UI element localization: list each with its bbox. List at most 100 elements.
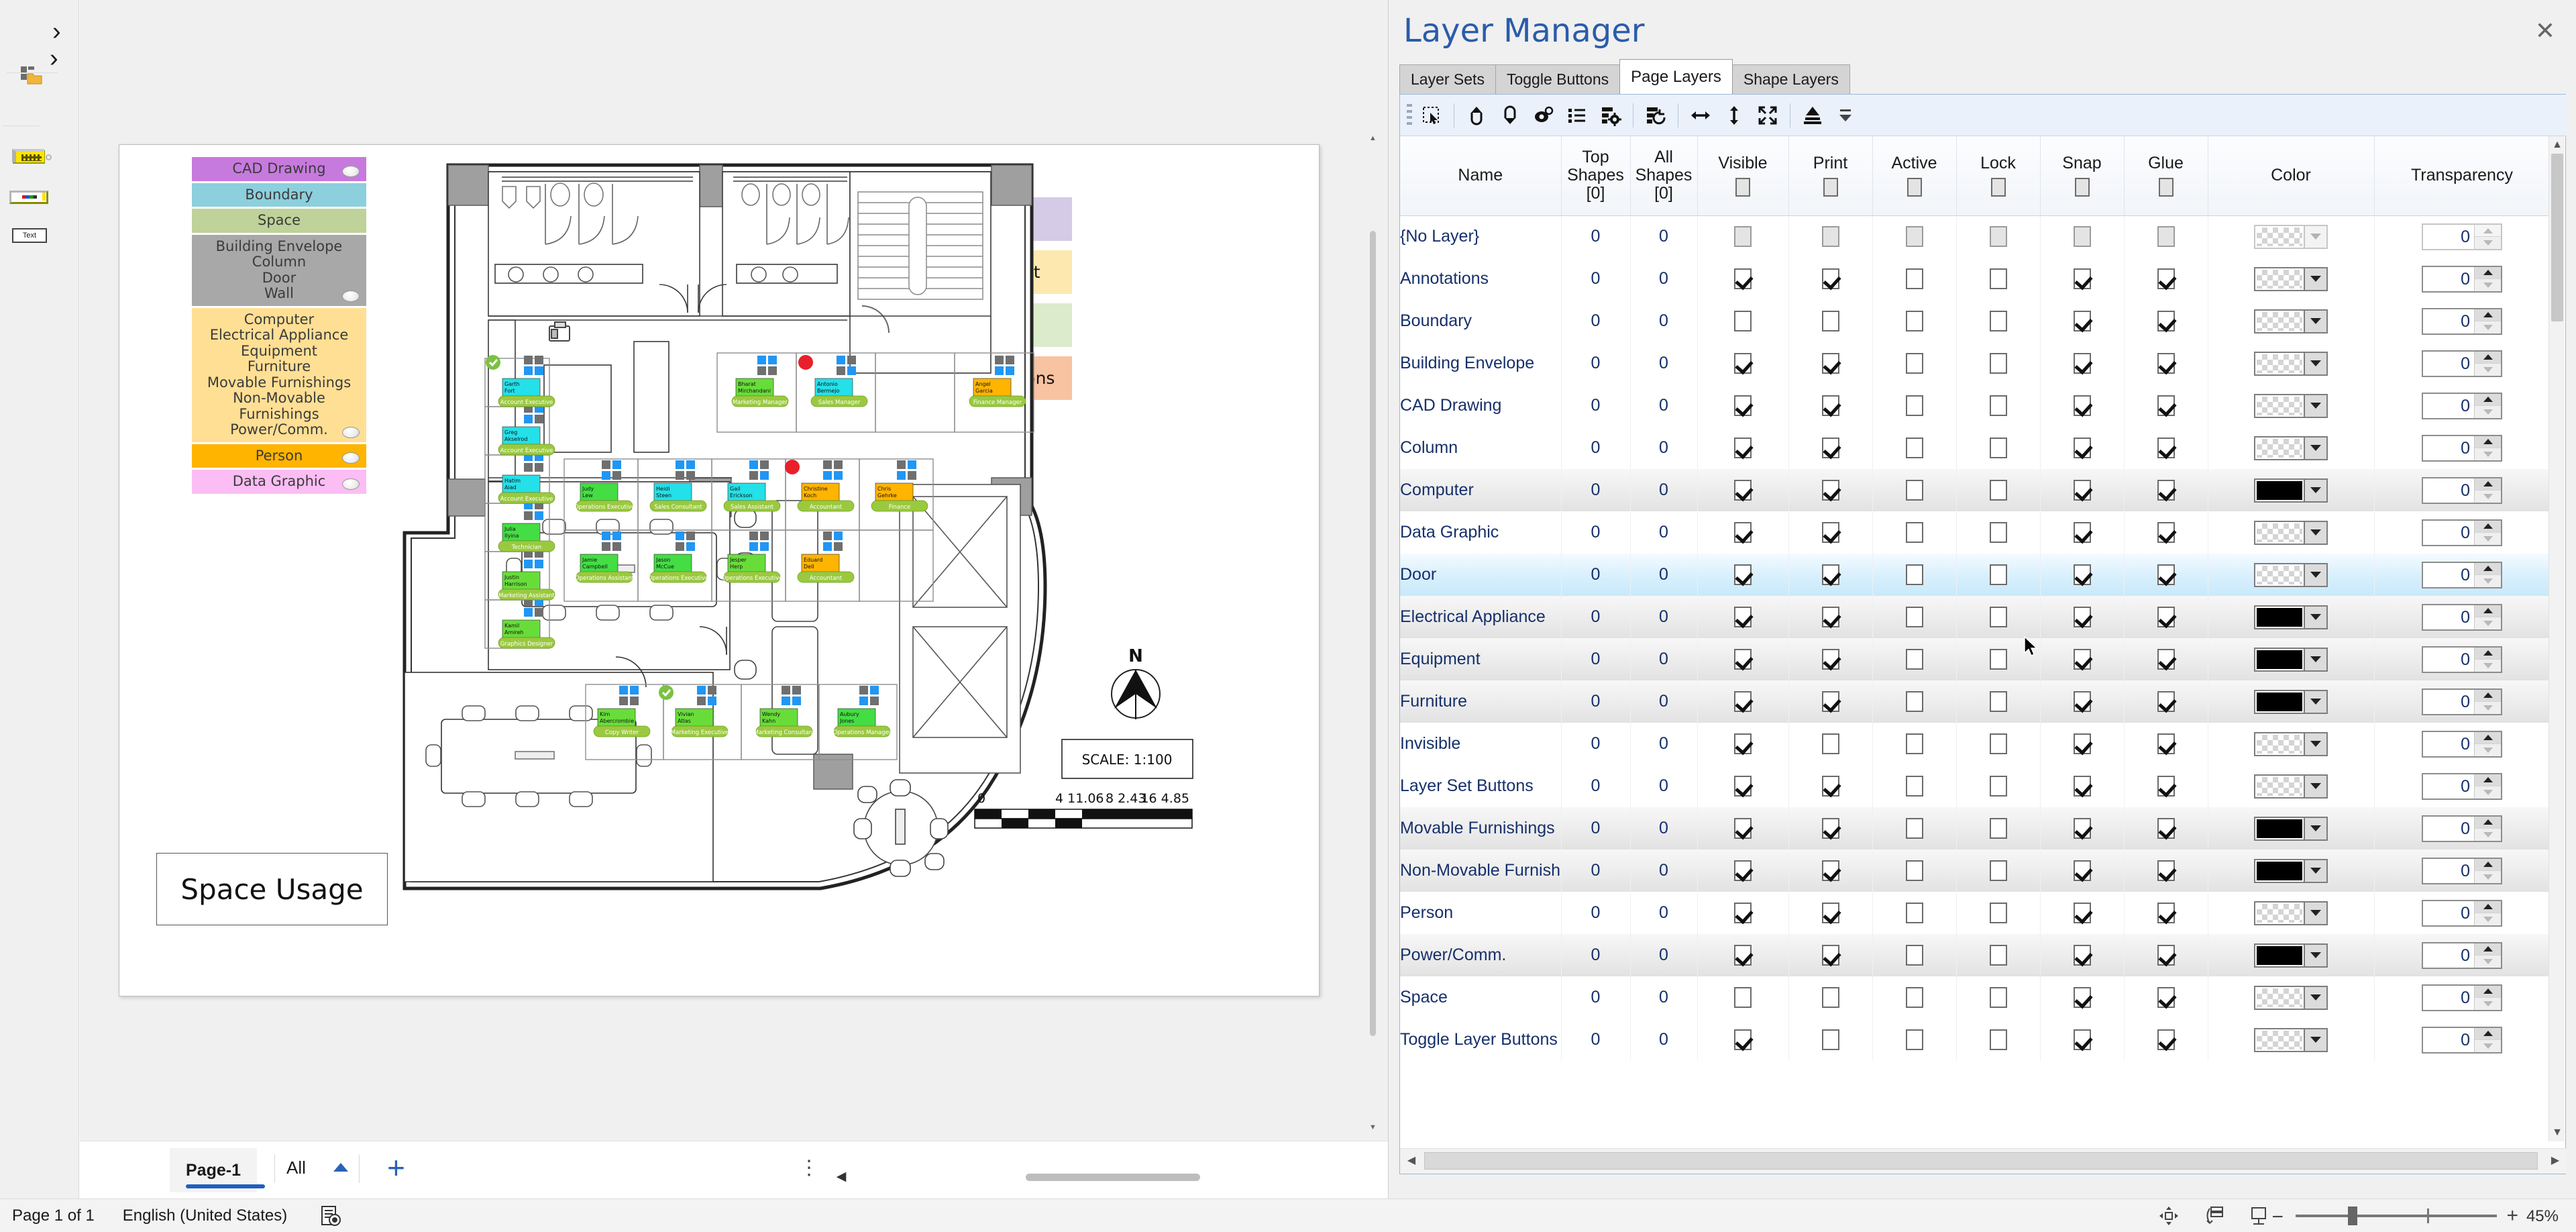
color-dropdown[interactable] bbox=[2254, 351, 2328, 376]
layer-row[interactable]: Annotations 0 0 0 bbox=[1400, 258, 2551, 300]
list-layers-icon[interactable] bbox=[1560, 99, 1594, 132]
chevron-down-icon[interactable] bbox=[2304, 268, 2326, 290]
layer-name-cell[interactable]: Space bbox=[1400, 976, 1562, 1019]
color-dropdown[interactable] bbox=[2254, 562, 2328, 587]
column-toggle-all-lock[interactable] bbox=[1990, 178, 2006, 197]
checkbox-lock[interactable] bbox=[1989, 649, 2007, 670]
layer-name-cell[interactable]: {No Layer} bbox=[1400, 215, 1562, 258]
color-dropdown[interactable] bbox=[2254, 478, 2328, 503]
column-header-active[interactable]: Active bbox=[1872, 136, 1957, 216]
accessibility-checker-icon[interactable] bbox=[319, 1204, 342, 1227]
checkbox-print[interactable] bbox=[1821, 691, 1839, 712]
stepper-up-icon[interactable] bbox=[2475, 520, 2501, 533]
stepper-up-icon[interactable] bbox=[2475, 858, 2501, 871]
transparency-stepper[interactable]: 0 bbox=[2422, 1026, 2502, 1054]
fit-height-icon[interactable] bbox=[1717, 99, 1751, 132]
zoom-slider-thumb[interactable] bbox=[2348, 1207, 2357, 1225]
stepper-down-icon[interactable] bbox=[2475, 660, 2501, 672]
column-header-name[interactable]: Name bbox=[1400, 136, 1562, 216]
transparency-stepper[interactable]: 0 bbox=[2422, 899, 2502, 927]
checkbox-glue[interactable] bbox=[2157, 311, 2175, 331]
hscroll-left-icon[interactable]: ◀ bbox=[1402, 1151, 1421, 1170]
hscroll-thumb[interactable] bbox=[1424, 1152, 2538, 1170]
layer-row[interactable]: Electrical Appliance 0 0 0 bbox=[1400, 596, 2551, 638]
chevron-down-icon[interactable] bbox=[2304, 521, 2326, 544]
toggle-led-indicator[interactable] bbox=[342, 290, 360, 302]
column-header-glue[interactable]: Glue bbox=[2124, 136, 2208, 216]
stepper-up-icon[interactable] bbox=[2475, 689, 2501, 702]
stepper-up-icon[interactable] bbox=[2475, 985, 2501, 998]
stepper-down-icon[interactable] bbox=[2475, 998, 2501, 1010]
color-dropdown[interactable] bbox=[2254, 901, 2328, 925]
layer-name-cell[interactable]: Movable Furnishings bbox=[1400, 807, 1562, 850]
canvas-scroll-down-icon[interactable]: ▼ bbox=[1368, 1122, 1377, 1133]
stepper-up-icon[interactable] bbox=[2475, 224, 2501, 238]
checkbox-active[interactable] bbox=[1905, 776, 1923, 797]
color-dropdown[interactable] bbox=[2254, 985, 2328, 1010]
checkbox-lock[interactable] bbox=[1989, 818, 2007, 839]
stepper-down-icon[interactable] bbox=[2475, 406, 2501, 418]
caret-up-icon[interactable] bbox=[333, 1163, 348, 1172]
layer-name-cell[interactable]: Person bbox=[1400, 892, 1562, 934]
chevron-down-icon[interactable] bbox=[2304, 352, 2326, 374]
layer-row[interactable]: Layer Set Buttons 0 0 0 bbox=[1400, 765, 2551, 807]
color-dropdown[interactable] bbox=[2254, 266, 2328, 291]
layer-table-vertical-scrollbar[interactable]: ▲ ▼ bbox=[2548, 136, 2565, 1141]
stencil-thumb-2[interactable]: Text bbox=[12, 228, 47, 243]
floor-plan-drawing[interactable]: Garth FortAccount ExecutiveGreg AkselrodAc… bbox=[384, 157, 1210, 949]
color-dropdown[interactable] bbox=[2254, 689, 2328, 714]
stepper-down-icon[interactable] bbox=[2475, 533, 2501, 545]
stencil-thumb-0[interactable] bbox=[12, 149, 44, 162]
layer-name-cell[interactable]: Power/Comm. bbox=[1400, 934, 1562, 976]
layer-name-cell[interactable]: Furniture bbox=[1400, 680, 1562, 723]
checkbox-visible[interactable] bbox=[1734, 691, 1752, 712]
transparency-stepper[interactable]: 0 bbox=[2422, 265, 2502, 293]
checkbox-active[interactable] bbox=[1905, 438, 1923, 458]
chevron-down-icon[interactable] bbox=[2304, 225, 2326, 248]
checkbox-active[interactable] bbox=[1905, 945, 1923, 966]
transparency-stepper[interactable]: 0 bbox=[2422, 815, 2502, 842]
stepper-up-icon[interactable] bbox=[2475, 1027, 2501, 1040]
checkbox-lock[interactable] bbox=[1989, 395, 2007, 416]
checkbox-snap[interactable] bbox=[2073, 564, 2091, 585]
layer-row[interactable]: {No Layer} 0 0 0 bbox=[1400, 215, 2551, 258]
tab-page-layers[interactable]: Page Layers bbox=[1619, 59, 1733, 94]
fit-page-icon[interactable] bbox=[2203, 1204, 2226, 1227]
chevron-down-icon[interactable] bbox=[2304, 860, 2326, 882]
layer-name-cell[interactable]: Computer bbox=[1400, 469, 1562, 511]
toggle-led-indicator[interactable] bbox=[342, 165, 360, 177]
color-dropdown[interactable] bbox=[2254, 647, 2328, 672]
checkbox-visible[interactable] bbox=[1734, 987, 1752, 1008]
layer-name-cell[interactable]: Toggle Layer Buttons bbox=[1400, 1019, 1562, 1061]
layer-row[interactable]: Boundary 0 0 0 bbox=[1400, 300, 2551, 342]
column-header-lock[interactable]: Lock bbox=[1956, 136, 2041, 216]
checkbox-print[interactable] bbox=[1821, 395, 1839, 416]
checkbox-glue[interactable] bbox=[2157, 903, 2175, 923]
layer-name-cell[interactable]: Annotations bbox=[1400, 258, 1562, 300]
checkbox-visible[interactable] bbox=[1734, 607, 1752, 627]
checkbox-glue[interactable] bbox=[2157, 1029, 2175, 1050]
layer-row[interactable]: Space 0 0 0 bbox=[1400, 976, 2551, 1019]
stepper-down-icon[interactable] bbox=[2475, 321, 2501, 333]
drawing-page[interactable]: CAD Drawing Boundary Space Building Envelop… bbox=[119, 144, 1320, 996]
stepper-down-icon[interactable] bbox=[2475, 786, 2501, 799]
checkbox-snap[interactable] bbox=[2073, 649, 2091, 670]
toggle-button-5[interactable]: Person bbox=[192, 444, 366, 468]
checkbox-print[interactable] bbox=[1821, 733, 1839, 754]
layer-row[interactable]: Movable Furnishings 0 0 0 bbox=[1400, 807, 2551, 850]
checkbox-active[interactable] bbox=[1905, 311, 1923, 331]
chevron-down-icon[interactable] bbox=[2304, 690, 2326, 713]
page-tab-overflow-icon[interactable]: ⋮ bbox=[799, 1156, 820, 1180]
checkbox-active[interactable] bbox=[1905, 522, 1923, 543]
stepper-up-icon[interactable] bbox=[2475, 393, 2501, 406]
checkbox-snap[interactable] bbox=[2073, 818, 2091, 839]
checkbox-glue[interactable] bbox=[2157, 818, 2175, 839]
checkbox-active[interactable] bbox=[1905, 480, 1923, 501]
checkbox-glue[interactable] bbox=[2157, 353, 2175, 374]
stepper-down-icon[interactable] bbox=[2475, 913, 2501, 925]
stepper-up-icon[interactable] bbox=[2475, 562, 2501, 575]
checkbox-glue[interactable] bbox=[2157, 607, 2175, 627]
layer-row[interactable]: Computer 0 0 0 bbox=[1400, 469, 2551, 511]
checkbox-snap[interactable] bbox=[2073, 311, 2091, 331]
checkbox-active[interactable] bbox=[1905, 733, 1923, 754]
